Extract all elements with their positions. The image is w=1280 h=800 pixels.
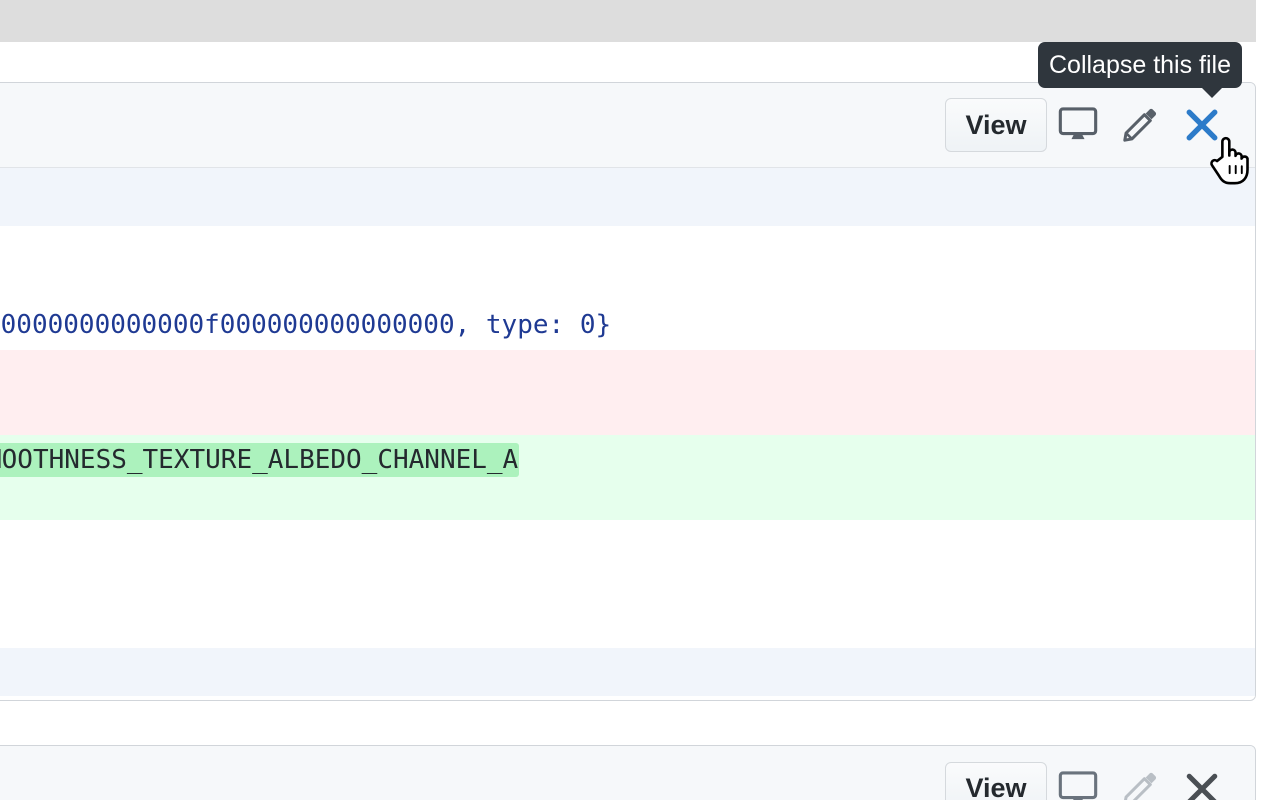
- tooltip-label: Collapse this file: [1048, 50, 1232, 79]
- file-diff-toolbar-secondary: View: [0, 746, 1255, 800]
- diff-row-context[interactable]: 00000000000000f000000000000000, type: 0}: [0, 304, 1255, 350]
- file-diff-container: View 00000000000000f000000000000000, typ…: [0, 82, 1256, 701]
- diff-code-text-added: MOOTHNESS_TEXTURE_ALBEDO_CHANNEL_A: [0, 443, 520, 477]
- close-x-icon-secondary[interactable]: [1171, 758, 1233, 800]
- monitor-icon-secondary[interactable]: [1047, 758, 1109, 800]
- pencil-icon[interactable]: [1109, 94, 1171, 156]
- tooltip-collapse-this-file: Collapse this file: [1038, 42, 1242, 98]
- file-diff-toolbar: View: [0, 83, 1255, 168]
- diff-row-context[interactable]: [0, 520, 1255, 648]
- monitor-icon[interactable]: [1047, 94, 1109, 156]
- diff-row-deletion[interactable]: [0, 350, 1255, 435]
- diff-row-addition[interactable]: MOOTHNESS_TEXTURE_ALBEDO_CHANNEL_A: [0, 435, 1255, 520]
- view-button[interactable]: View: [945, 98, 1047, 152]
- diff-row-context[interactable]: [0, 226, 1255, 304]
- page-root: View 00000000000000f000000000000000, typ…: [0, 0, 1280, 800]
- diff-body: 00000000000000f000000000000000, type: 0}…: [0, 168, 1255, 700]
- diff-row-context: [0, 696, 1255, 700]
- view-button-secondary[interactable]: View: [945, 761, 1047, 800]
- pencil-icon-secondary[interactable]: [1109, 758, 1171, 800]
- page-chrome-strip: [0, 0, 1256, 42]
- diff-added-highlight: MOOTHNESS_TEXTURE_ALBEDO_CHANNEL_A: [0, 443, 520, 477]
- diff-row-hunk[interactable]: [0, 648, 1255, 696]
- file-diff-container-secondary: View: [0, 745, 1256, 800]
- diff-row-hunk[interactable]: [0, 168, 1255, 226]
- close-x-icon[interactable]: [1171, 94, 1233, 156]
- diff-code-text: 00000000000000f000000000000000, type: 0}: [0, 310, 612, 340]
